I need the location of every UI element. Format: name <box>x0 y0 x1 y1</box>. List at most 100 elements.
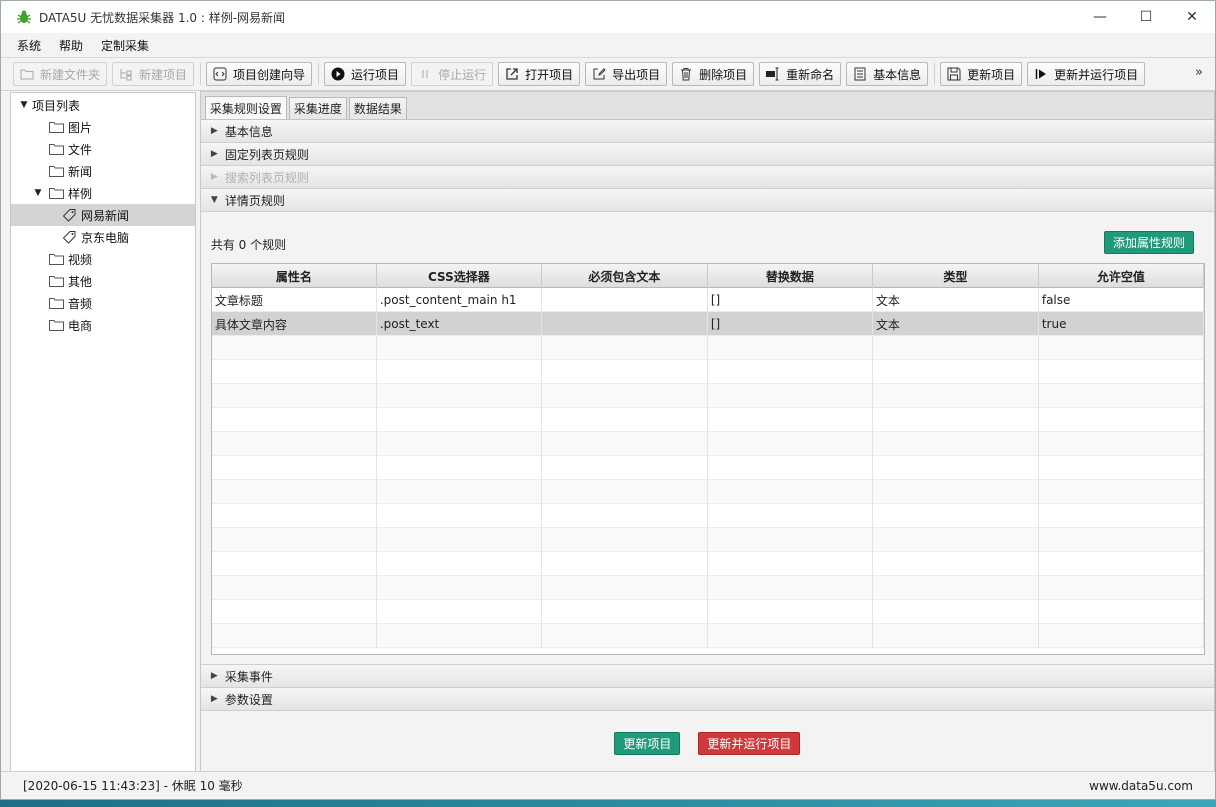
update-run-button[interactable]: 更新并运行项目 <box>1027 62 1146 86</box>
empty-cell <box>377 600 542 624</box>
expanded-arrow-icon: ▼ <box>210 195 218 205</box>
step-play-icon <box>1033 66 1049 82</box>
menu-system[interactable]: 系统 <box>17 37 41 54</box>
column-header[interactable]: CSS选择器 <box>377 264 542 288</box>
column-header[interactable]: 必须包含文本 <box>542 264 708 288</box>
delete-button[interactable]: 删除项目 <box>672 62 755 86</box>
table-row[interactable]: 具体文章内容 .post_text [] 文本 true <box>211 312 1204 336</box>
tree-item-jd-computer[interactable]: 京东电脑 <box>11 226 195 248</box>
play-icon <box>330 66 346 82</box>
empty-cell <box>212 432 377 456</box>
tree-item-other[interactable]: 其他 <box>11 270 195 292</box>
toolbar-overflow-button[interactable]: » <box>1195 65 1203 80</box>
project-tree: ▼ 项目列表 图片 文件 新闻 ▼ 样例 网易新闻 京东电脑 视频 其他 音频 … <box>10 92 196 774</box>
section-label: 采集事件 <box>224 669 273 684</box>
folder-icon <box>48 252 64 266</box>
empty-table-row <box>211 480 1204 504</box>
column-header[interactable]: 类型 <box>873 264 1039 288</box>
empty-cell <box>873 408 1039 432</box>
trash-icon <box>678 66 694 82</box>
table-cell: 文本 <box>873 288 1039 312</box>
tree-item-samples[interactable]: ▼ 样例 <box>11 182 195 204</box>
add-attribute-rule-button[interactable]: 添加属性规则 <box>1103 231 1194 254</box>
empty-cell <box>873 336 1039 360</box>
section-label: 基本信息 <box>224 124 273 139</box>
tree-item-label: 新闻 <box>68 164 93 179</box>
table-row[interactable]: 文章标题 .post_content_main h1 [] 文本 false <box>211 288 1204 312</box>
folder-icon <box>48 142 64 156</box>
empty-cell <box>542 432 708 456</box>
tab-rule-settings[interactable]: 采集规则设置 <box>204 96 287 119</box>
info-label: 基本信息 <box>873 67 922 82</box>
empty-cell <box>1039 384 1204 408</box>
tab-progress[interactable]: 采集进度 <box>288 97 347 119</box>
info-button[interactable]: 基本信息 <box>846 62 929 86</box>
tree-item-news[interactable]: 新闻 <box>11 160 195 182</box>
section-collect-events[interactable]: ▶ 采集事件 <box>200 665 1214 688</box>
empty-cell <box>377 504 542 528</box>
tab-results[interactable]: 数据结果 <box>348 97 407 119</box>
tree-item-video[interactable]: 视频 <box>11 248 195 270</box>
new-project-button[interactable]: 新建项目 <box>112 62 195 86</box>
section-basic-info[interactable]: ▶ 基本信息 <box>200 120 1214 143</box>
table-cell: .post_text <box>377 312 542 336</box>
column-header[interactable]: 替换数据 <box>708 264 873 288</box>
empty-cell <box>212 384 377 408</box>
menu-help[interactable]: 帮助 <box>59 37 83 54</box>
empty-cell <box>542 576 708 600</box>
menu-bar: 系统 帮助 定制采集 <box>1 33 1215 57</box>
tag-icon <box>61 208 77 222</box>
minimize-button[interactable]: — <box>1077 1 1123 33</box>
maximize-button[interactable]: ☐ <box>1123 1 1169 33</box>
empty-cell <box>212 576 377 600</box>
tree-item-ecommerce[interactable]: 电商 <box>11 314 195 336</box>
empty-cell <box>708 576 873 600</box>
folder-icon <box>48 120 64 134</box>
empty-cell <box>212 600 377 624</box>
empty-cell <box>542 624 708 648</box>
column-header[interactable]: 属性名 <box>212 264 377 288</box>
new-folder-button[interactable]: 新建文件夹 <box>13 62 108 86</box>
update-project-button[interactable]: 更新项目 <box>614 732 681 755</box>
section-param-settings[interactable]: ▶ 参数设置 <box>200 688 1214 711</box>
table-cell: [] <box>708 312 873 336</box>
table-cell <box>542 312 708 336</box>
open-button[interactable]: 打开项目 <box>498 62 581 86</box>
expand-arrow-icon[interactable]: ▼ <box>32 188 44 198</box>
export-label: 导出项目 <box>612 67 661 82</box>
update-run-project-button[interactable]: 更新并运行项目 <box>698 732 801 755</box>
rename-icon <box>765 66 781 82</box>
menu-custom-collect[interactable]: 定制采集 <box>101 37 149 54</box>
export-button[interactable]: 导出项目 <box>585 62 668 86</box>
empty-cell <box>377 336 542 360</box>
table-cell: .post_content_main h1 <box>377 288 542 312</box>
stop-button[interactable]: 停止运行 <box>411 62 494 86</box>
close-button[interactable]: ✕ <box>1169 1 1215 33</box>
tree-root[interactable]: ▼ 项目列表 <box>11 94 195 116</box>
column-header[interactable]: 允许空值 <box>1039 264 1204 288</box>
run-button[interactable]: 运行项目 <box>324 62 407 86</box>
empty-cell <box>542 360 708 384</box>
update-button[interactable]: 更新项目 <box>940 62 1023 86</box>
expand-arrow-icon[interactable]: ▼ <box>18 100 30 110</box>
app-window: DATA5U 无忧数据采集器 1.0 : 样例-网易新闻 — ☐ ✕ 系统 帮助… <box>0 0 1216 800</box>
title-bar[interactable]: DATA5U 无忧数据采集器 1.0 : 样例-网易新闻 — ☐ ✕ <box>1 1 1215 33</box>
tree-item-files[interactable]: 文件 <box>11 138 195 160</box>
tree-root-label: 项目列表 <box>32 98 81 113</box>
rename-button[interactable]: 重新命名 <box>759 62 842 86</box>
tree-item-audio[interactable]: 音频 <box>11 292 195 314</box>
empty-cell <box>212 408 377 432</box>
section-detail-rules[interactable]: ▼ 详情页规则 <box>200 189 1214 212</box>
empty-cell <box>1039 336 1204 360</box>
document-icon <box>852 66 868 82</box>
empty-cell <box>1039 408 1204 432</box>
window-title: DATA5U 无忧数据采集器 1.0 : 样例-网易新闻 <box>39 10 286 25</box>
section-fixed-list-rules[interactable]: ▶ 固定列表页规则 <box>200 143 1214 166</box>
status-website-text: www.data5u.com <box>1089 778 1193 793</box>
delete-label: 删除项目 <box>699 67 748 82</box>
empty-cell <box>212 528 377 552</box>
wizard-button[interactable]: 项目创建向导 <box>206 62 313 86</box>
tree-item-netease-news[interactable]: 网易新闻 <box>11 204 195 226</box>
empty-cell <box>873 456 1039 480</box>
tree-item-images[interactable]: 图片 <box>11 116 195 138</box>
